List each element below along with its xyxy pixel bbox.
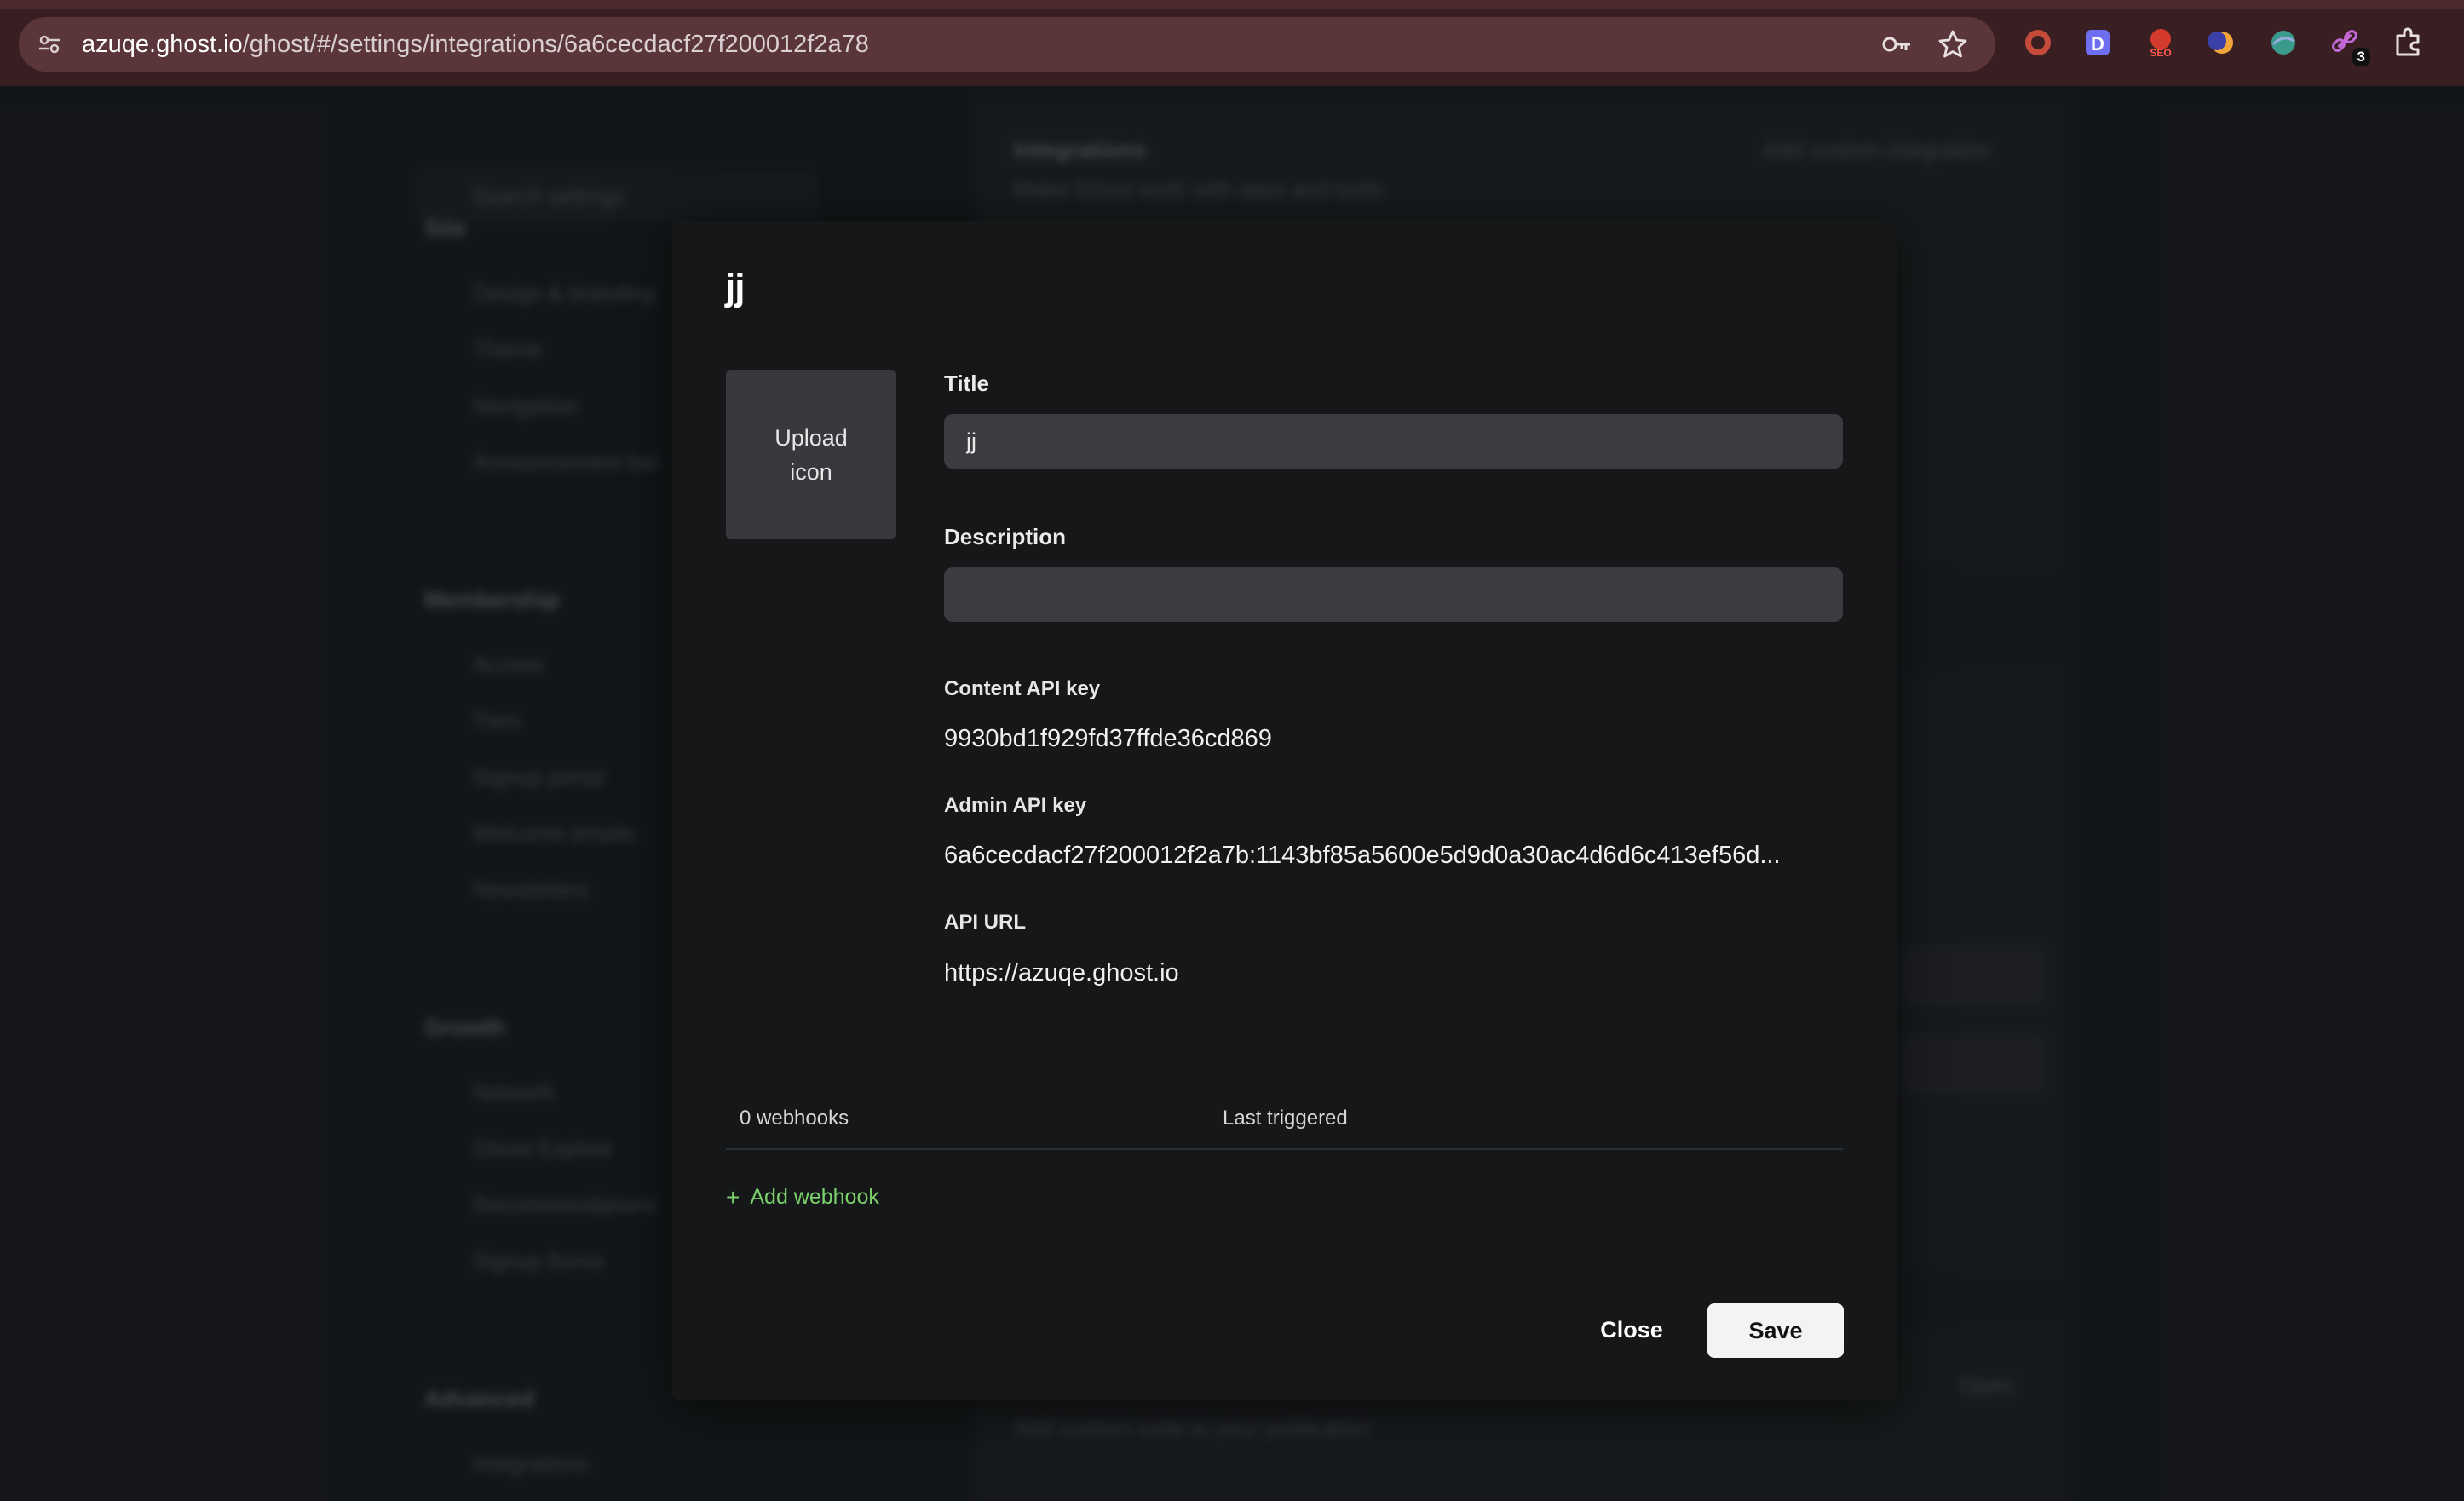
extensions-puzzle-icon[interactable] <box>2391 26 2425 60</box>
content-api-key-value[interactable]: 9930bd1f929fd37ffde36cd869 <box>944 725 1272 753</box>
tab-strip <box>0 0 2464 9</box>
title-input[interactable] <box>944 414 1843 469</box>
upload-icon-label: Upload icon <box>774 424 848 485</box>
extension-d-icon[interactable]: D <box>2081 26 2115 60</box>
url-path: /ghost/#/settings/integrations/6a6cecdac… <box>242 31 869 58</box>
upload-icon-button[interactable]: Upload icon <box>726 370 896 539</box>
extension-moon-icon[interactable] <box>2205 26 2239 60</box>
bookmark-star-icon[interactable] <box>1937 29 1968 60</box>
api-url-label: API URL <box>944 911 1026 934</box>
extension-link-icon[interactable]: 3 <box>2329 26 2370 66</box>
plus-icon: + <box>726 1183 740 1211</box>
api-url-value[interactable]: https://azuqe.ghost.io <box>944 959 1179 987</box>
site-settings-icon[interactable] <box>36 31 63 58</box>
description-input[interactable] <box>944 567 1843 622</box>
integration-modal: jj Upload icon Title Description Content… <box>672 221 1897 1400</box>
last-triggered-header: Last triggered <box>1223 1107 1348 1130</box>
extension-seo-icon[interactable]: SEO <box>2144 26 2178 60</box>
url-text[interactable]: azuqe.ghost.io/ghost/#/settings/integrat… <box>82 17 869 72</box>
close-button[interactable]: Close <box>1580 1303 1683 1357</box>
add-webhook-button[interactable]: + Add webhook <box>726 1185 879 1210</box>
url-host: azuqe.ghost.io <box>82 31 243 58</box>
extension-globe-icon[interactable] <box>2266 26 2300 60</box>
extension-badge: 3 <box>2352 48 2370 66</box>
description-label: Description <box>944 524 1067 549</box>
content-api-key-label: Content API key <box>944 677 1101 700</box>
svg-text:SEO: SEO <box>2150 47 2171 59</box>
password-key-icon[interactable] <box>1881 31 1912 58</box>
admin-api-key-value[interactable]: 6a6cecdacf27f200012f2a7b:1143bf85a5600e5… <box>944 842 1781 870</box>
address-bar[interactable]: azuqe.ghost.io/ghost/#/settings/integrat… <box>19 17 1995 72</box>
add-webhook-label: Add webhook <box>750 1185 879 1209</box>
browser-toolbar: azuqe.ghost.io/ghost/#/settings/integrat… <box>0 0 2464 86</box>
webhooks-divider <box>726 1148 1843 1150</box>
extension-opera-icon[interactable] <box>2021 26 2055 60</box>
admin-api-key-label: Admin API key <box>944 794 1087 817</box>
save-button[interactable]: Save <box>1707 1303 1844 1358</box>
svg-text:D: D <box>2091 33 2104 55</box>
modal-title: jj <box>725 267 745 308</box>
webhooks-count: 0 webhooks <box>740 1107 849 1130</box>
title-label: Title <box>944 371 989 396</box>
